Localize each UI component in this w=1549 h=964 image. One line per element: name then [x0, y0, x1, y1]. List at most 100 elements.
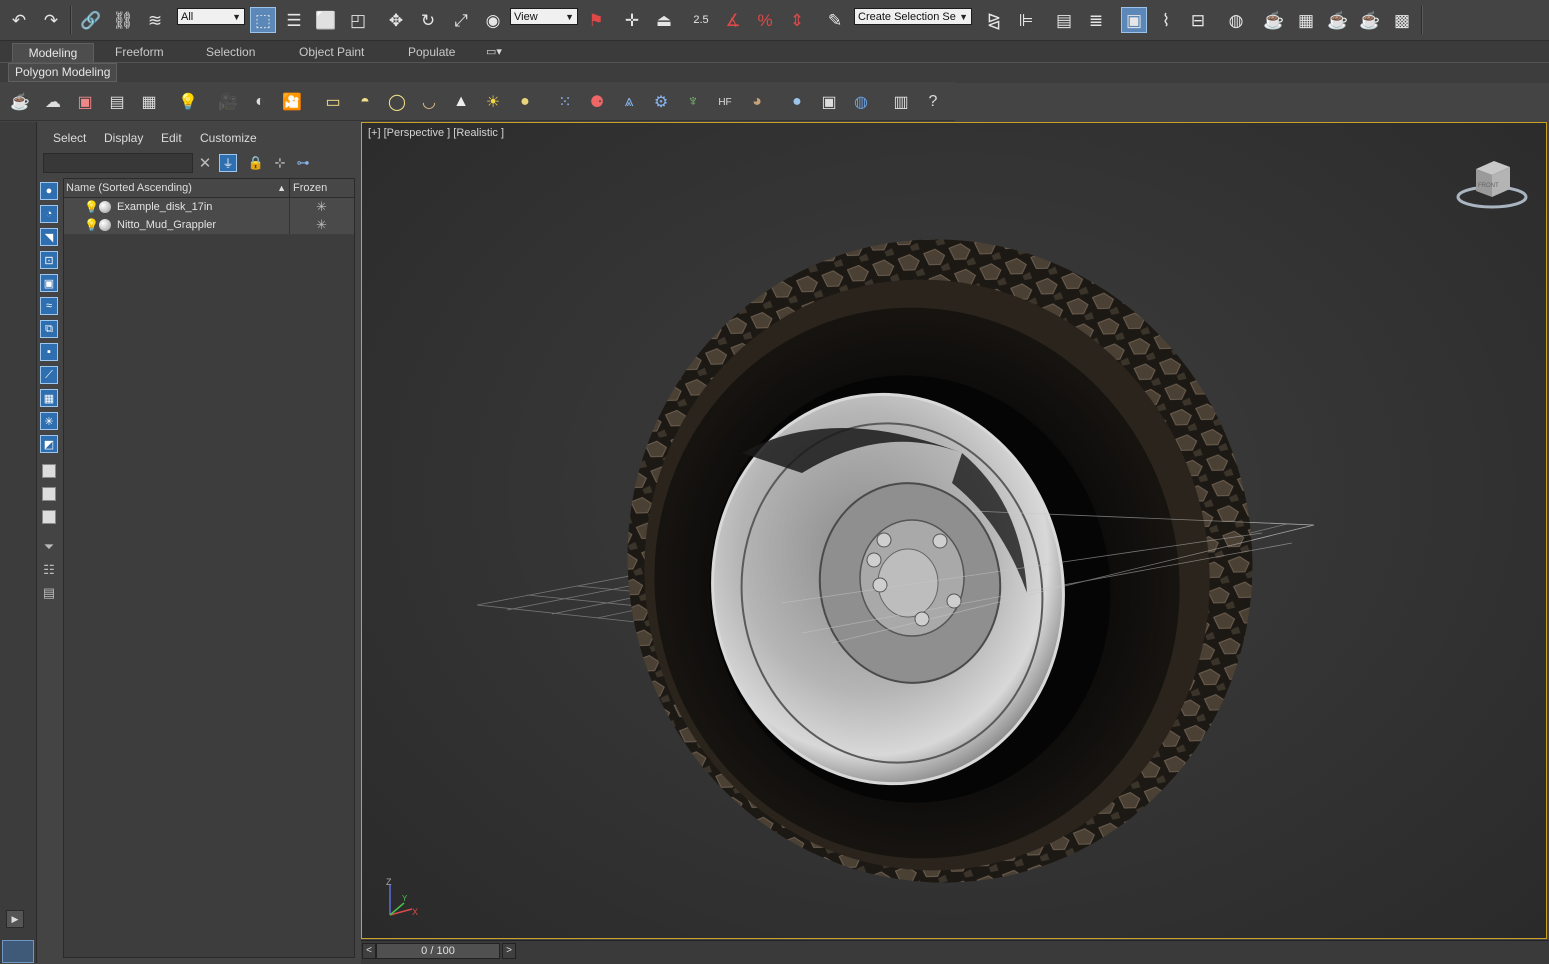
cone-icon[interactable]: ▲ — [449, 90, 473, 114]
menu-select[interactable]: Select — [53, 131, 86, 145]
layer-filter-icon[interactable]: ▤ — [40, 584, 58, 602]
window-crossing-icon[interactable]: ◰ — [345, 7, 371, 33]
frozen-snowflake-icon[interactable]: ✳ — [316, 198, 327, 216]
tab-populate[interactable]: Populate — [400, 43, 463, 62]
angle-snap-icon[interactable]: ∡ — [720, 7, 746, 33]
undo-icon[interactable]: ↶ — [6, 7, 32, 33]
named-selection-dropdown[interactable]: Create Selection Se ▼ — [854, 8, 972, 25]
lock-icon[interactable]: 🔒 — [247, 154, 265, 172]
curve-editor-icon[interactable]: ⌇ — [1153, 7, 1179, 33]
filter-toggle-icon[interactable]: ⏚ — [219, 154, 237, 172]
cloud-icon[interactable]: ☁ — [41, 90, 65, 114]
funnel-icon[interactable]: ⏷ — [40, 538, 58, 556]
keyboard-shortcut-override-icon[interactable]: ⏏ — [651, 7, 677, 33]
add-hierarchy-icon[interactable]: ⊹ — [271, 154, 289, 172]
select-manipulate-icon[interactable]: ✛ — [619, 7, 645, 33]
scene-explorer-icon[interactable]: ≣ — [1083, 7, 1109, 33]
rendered-frame-window-icon[interactable]: ▦ — [1293, 7, 1319, 33]
hemisphere-icon[interactable]: ◓ — [353, 90, 377, 114]
list-icon[interactable]: ▤ — [105, 90, 129, 114]
spinner-snap-icon[interactable]: ⇕ — [784, 7, 810, 33]
rectangular-selection-icon[interactable]: ⬜ — [313, 7, 339, 33]
none-filter-icon[interactable] — [40, 485, 58, 503]
physical-camera-icon[interactable]: 🎦 — [280, 90, 304, 114]
helpers-filter-icon[interactable]: ▣ — [40, 274, 58, 292]
camera-icon[interactable]: 🎥 — [216, 90, 240, 114]
select-by-name-icon[interactable]: ☰ — [281, 7, 307, 33]
cloth-icon[interactable]: ⩓ — [617, 90, 641, 114]
rotate-icon[interactable]: ↻ — [415, 7, 441, 33]
filter-settings-icon[interactable]: ☷ — [40, 561, 58, 579]
view-cube[interactable]: FRONT — [1454, 155, 1530, 213]
menu-edit[interactable]: Edit — [161, 131, 182, 145]
percent-snap-icon[interactable]: % — [752, 7, 778, 33]
material-editor-icon[interactable]: ◍ — [1223, 7, 1249, 33]
select-children-icon[interactable]: ⊶ — [294, 154, 312, 172]
edit-named-selection-icon[interactable]: ✎ — [822, 7, 848, 33]
column-frozen-header[interactable]: Frozen — [293, 179, 327, 197]
help-icon[interactable]: ? — [921, 90, 945, 114]
light-bulb-icon[interactable]: 💡 — [84, 218, 99, 232]
shapes-filter-icon[interactable]: ◔ — [40, 205, 58, 223]
xrefs-filter-icon[interactable]: ▪ — [40, 343, 58, 361]
target-camera-icon[interactable]: ◐ — [248, 90, 272, 114]
align-icon[interactable]: ⊫ — [1013, 7, 1039, 33]
hair-fur-icon[interactable]: HF — [713, 90, 737, 114]
render-frame-icon[interactable]: ▣ — [73, 90, 97, 114]
mass-fx-icon[interactable]: ⚈ — [585, 90, 609, 114]
tab-modeling[interactable]: Modeling — [12, 43, 94, 63]
frozen-filter-icon[interactable]: ✳ — [40, 412, 58, 430]
render-iterative-icon[interactable]: ☕ — [1357, 7, 1383, 33]
containers-filter-icon[interactable]: ▦ — [40, 389, 58, 407]
plane-icon[interactable]: ▭ — [321, 90, 345, 114]
spacewarps-filter-icon[interactable]: ≈ — [40, 297, 58, 315]
groups-filter-icon[interactable]: ⧉ — [40, 320, 58, 338]
expand-arrow-icon[interactable]: ▶ — [6, 910, 24, 928]
environment-icon[interactable]: ◍ — [849, 90, 873, 114]
light-bulb-icon[interactable]: 💡 — [84, 200, 99, 214]
close-icon[interactable]: ✕ — [196, 154, 214, 172]
menu-customize[interactable]: Customize — [200, 131, 257, 145]
render-icon[interactable]: ▥ — [889, 90, 913, 114]
schematic-view-icon[interactable]: ⊟ — [1185, 7, 1211, 33]
table-row[interactable]: 💡 Nitto_Mud_Grappler ✳ — [64, 216, 354, 235]
geometry-filter-icon[interactable]: ● — [40, 182, 58, 200]
next-frame-button[interactable]: > — [502, 943, 516, 959]
move-icon[interactable]: ✥ — [383, 7, 409, 33]
column-name-header[interactable]: Name (Sorted Ascending) ▲ — [66, 179, 288, 197]
render-setup-small-icon[interactable]: ▣ — [817, 90, 841, 114]
table-row[interactable]: 💡 Example_disk_17in ✳ — [64, 198, 354, 217]
basket-icon[interactable]: ◡ — [417, 90, 441, 114]
mirror-icon[interactable]: ⧎ — [981, 7, 1007, 33]
ox-icon[interactable]: ◕ — [745, 90, 769, 114]
link-icon[interactable]: 🔗 — [78, 7, 104, 33]
toggle-ribbon-icon[interactable]: ▣ — [1121, 7, 1147, 33]
select-object-icon[interactable]: ⬚ — [250, 7, 276, 33]
frozen-snowflake-icon[interactable]: ✳ — [316, 216, 327, 234]
teapot-icon[interactable]: ☕ — [8, 90, 32, 114]
tab-freeform[interactable]: Freeform — [107, 43, 172, 62]
layer-manager-icon[interactable]: ▤ — [1051, 7, 1077, 33]
snaps-toggle-icon[interactable]: 2.5 — [688, 7, 714, 33]
tab-selection[interactable]: Selection — [198, 43, 263, 62]
bind-spacewarp-icon[interactable]: ≋ — [142, 7, 168, 33]
reference-coord-dropdown[interactable]: View ▼ — [510, 8, 578, 25]
unlink-icon[interactable]: ⛓ — [110, 7, 136, 33]
gear-icon[interactable]: ⚙ — [649, 90, 673, 114]
selection-filter-dropdown[interactable]: All ▼ — [177, 8, 245, 25]
sky-icon[interactable]: ● — [513, 90, 537, 114]
perspective-viewport[interactable]: [+] [Perspective ] [Realistic ] Z X Y FR… — [361, 122, 1547, 939]
hidden-filter-icon[interactable]: ◩ — [40, 435, 58, 453]
sphere-icon[interactable]: ◯ — [385, 90, 409, 114]
sun-icon[interactable]: ☀ — [481, 90, 505, 114]
placement-icon[interactable]: ◉ — [480, 7, 506, 33]
render-in-cloud-icon[interactable]: ▩ — [1389, 7, 1415, 33]
invert-filter-icon[interactable] — [40, 508, 58, 526]
render-production-icon[interactable]: ☕ — [1325, 7, 1351, 33]
redo-icon[interactable]: ↷ — [38, 7, 64, 33]
time-slider[interactable]: 0 / 100 — [376, 943, 500, 959]
mode-toggle-button[interactable] — [2, 940, 34, 963]
menu-display[interactable]: Display — [104, 131, 143, 145]
ribbon-options-icon[interactable]: ▭▾ — [486, 44, 510, 60]
particles-icon[interactable]: ⁙ — [553, 90, 577, 114]
